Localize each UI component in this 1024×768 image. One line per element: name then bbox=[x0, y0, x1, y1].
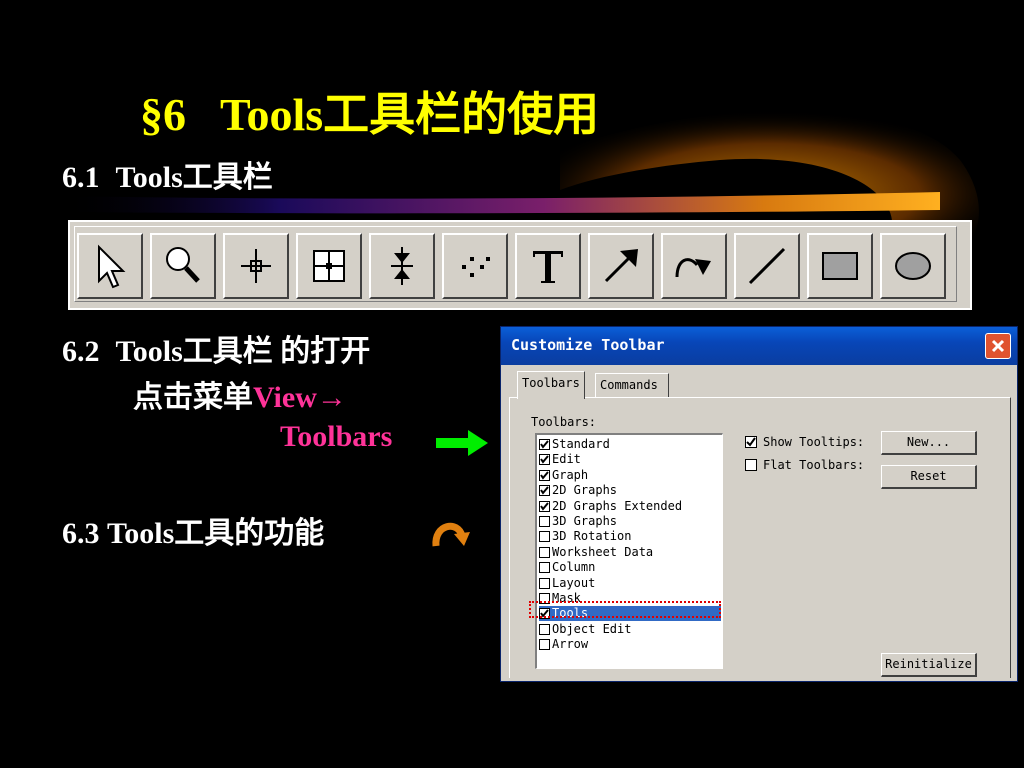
checkbox-checked[interactable] bbox=[539, 485, 550, 497]
checkbox-checked[interactable] bbox=[539, 439, 550, 450]
checkbox-unchecked[interactable] bbox=[539, 516, 550, 527]
dialog-titlebar: Customize Toolbar bbox=[501, 327, 1017, 365]
curved-arrow-tool-button[interactable] bbox=[661, 233, 727, 299]
section-mark: §6 bbox=[140, 89, 186, 140]
tools-toolbar bbox=[68, 220, 972, 310]
rectangle-tool-button[interactable] bbox=[807, 233, 873, 299]
line-tool-button[interactable] bbox=[734, 233, 800, 299]
data-selector-button[interactable] bbox=[369, 233, 435, 299]
heading-text: Tools工具的功能 bbox=[107, 517, 325, 550]
list-item-label: Column bbox=[552, 560, 596, 575]
list-item-label: Layout bbox=[552, 575, 596, 590]
text-tool-button[interactable] bbox=[515, 233, 581, 299]
list-item-label: 2D Graphs bbox=[552, 483, 618, 498]
zoom-button[interactable] bbox=[150, 233, 216, 299]
dialog-title: Customize Toolbar bbox=[511, 336, 665, 354]
arrow-tool-icon bbox=[604, 249, 638, 283]
toolbars-list[interactable]: Standard Edit Graph 2D Graphs 2D Graphs Exte… bbox=[535, 433, 723, 669]
list-item[interactable]: Layout bbox=[539, 576, 721, 591]
list-item-label: Standard bbox=[552, 437, 610, 451]
checkbox-unchecked[interactable] bbox=[539, 639, 550, 651]
title-text: Tools工具栏的使用 bbox=[220, 89, 600, 140]
show-tooltips-checkbox[interactable]: Show Tooltips: bbox=[745, 435, 864, 449]
draw-data-button[interactable] bbox=[442, 233, 508, 299]
list-item[interactable]: 2D Graphs Extended bbox=[539, 499, 721, 514]
curved-arrow-icon bbox=[432, 522, 470, 547]
tab-commands[interactable]: Commands bbox=[595, 373, 669, 397]
checkbox-unchecked[interactable] bbox=[745, 459, 757, 471]
text-tool-icon bbox=[533, 251, 563, 283]
arrow-tool-button[interactable] bbox=[588, 233, 654, 299]
list-item-label: 3D Rotation bbox=[552, 529, 632, 544]
list-item-label: 3D Graphs bbox=[552, 514, 618, 528]
flat-toolbars-label: Flat Toolbars bbox=[763, 458, 857, 472]
zoom-icon bbox=[166, 247, 200, 283]
pointer-icon bbox=[98, 244, 126, 289]
heading-number: 6.2 bbox=[62, 335, 100, 368]
checkbox-checked[interactable] bbox=[745, 436, 757, 448]
rectangle-tool-icon bbox=[822, 252, 858, 280]
screen-reader-button[interactable] bbox=[223, 233, 289, 299]
list-item-label: 2D Graphs Extended bbox=[552, 498, 683, 513]
curved-arrow-tool-icon bbox=[675, 258, 711, 278]
checkbox-unchecked[interactable] bbox=[539, 623, 550, 635]
new-button[interactable]: New... bbox=[881, 431, 977, 455]
instruction-line: 点击菜单View→ bbox=[133, 372, 347, 416]
reset-button[interactable]: Reset bbox=[881, 465, 977, 489]
list-item[interactable]: Arrow bbox=[539, 637, 721, 652]
list-item[interactable]: Object Edit bbox=[539, 622, 721, 637]
list-item-label: Worksheet Data bbox=[552, 544, 654, 559]
close-icon bbox=[991, 339, 1005, 353]
list-item[interactable]: Standard bbox=[539, 437, 721, 452]
green-arrow-icon bbox=[436, 430, 488, 456]
customize-toolbar-dialog: Customize Toolbar Toolbars Commands Tool… bbox=[500, 326, 1018, 682]
data-selector-icon bbox=[391, 247, 413, 285]
slide-title: §6 Tools工具栏的使用 bbox=[140, 78, 599, 144]
list-item[interactable]: Graph bbox=[539, 468, 721, 483]
heading-number: 6.1 bbox=[62, 161, 100, 194]
instruction-view: View→ bbox=[253, 381, 347, 414]
list-item[interactable]: 2D Graphs bbox=[539, 483, 721, 498]
list-item-label: Object Edit bbox=[552, 621, 632, 636]
heading-6-2: 6.2 Tools工具栏 的打开 bbox=[62, 326, 370, 370]
flat-toolbars-checkbox[interactable]: Flat Toolbars: bbox=[745, 458, 864, 472]
data-reader-icon bbox=[313, 250, 345, 282]
list-item-label: Edit bbox=[552, 452, 581, 467]
oval-tool-icon bbox=[895, 252, 931, 280]
checkbox-checked[interactable] bbox=[539, 469, 550, 481]
heading-text: Tools工具栏 的打开 bbox=[115, 335, 371, 368]
reinitialize-button[interactable]: Reinitialize bbox=[881, 653, 977, 677]
line-tool-icon bbox=[748, 247, 786, 285]
close-button[interactable] bbox=[985, 333, 1011, 359]
data-reader-button[interactable] bbox=[296, 233, 362, 299]
list-item[interactable]: Worksheet Data bbox=[539, 545, 721, 560]
checkbox-checked[interactable] bbox=[539, 500, 550, 512]
tab-toolbars[interactable]: Toolbars bbox=[517, 371, 585, 399]
heading-number: 6.3 bbox=[62, 517, 100, 550]
instruction-toolbars: Toolbars bbox=[280, 420, 393, 453]
checkbox-checked[interactable] bbox=[539, 454, 550, 466]
draw-data-icon bbox=[462, 257, 490, 277]
pointer-button[interactable] bbox=[77, 233, 143, 299]
list-item[interactable]: Edit bbox=[539, 452, 721, 467]
list-item[interactable]: 3D Rotation bbox=[539, 529, 721, 544]
checkbox-unchecked[interactable] bbox=[539, 531, 550, 543]
checkbox-unchecked[interactable] bbox=[539, 577, 550, 589]
heading-6-3: 6.3 Tools工具的功能 bbox=[62, 508, 324, 552]
tools-toolbar-body bbox=[74, 226, 957, 302]
instruction-prefix: 点击菜单 bbox=[133, 381, 253, 414]
checkbox-unchecked[interactable] bbox=[539, 546, 550, 558]
checkbox-unchecked[interactable] bbox=[539, 562, 550, 574]
oval-tool-button[interactable] bbox=[880, 233, 946, 299]
screen-reader-icon bbox=[241, 249, 271, 283]
list-item[interactable]: Column bbox=[539, 560, 721, 575]
tools-highlight-box bbox=[529, 601, 721, 618]
heading-text: Tools工具栏 bbox=[115, 161, 273, 194]
list-item-label: Arrow bbox=[552, 637, 589, 652]
toolbars-label: Toolbars: bbox=[531, 415, 597, 429]
list-item-label: Graph bbox=[552, 467, 589, 482]
list-item[interactable]: 3D Graphs bbox=[539, 514, 721, 529]
show-tooltips-label: Show Tooltips bbox=[763, 435, 857, 449]
heading-6-1: 6.1 Tools工具栏 bbox=[62, 152, 273, 196]
